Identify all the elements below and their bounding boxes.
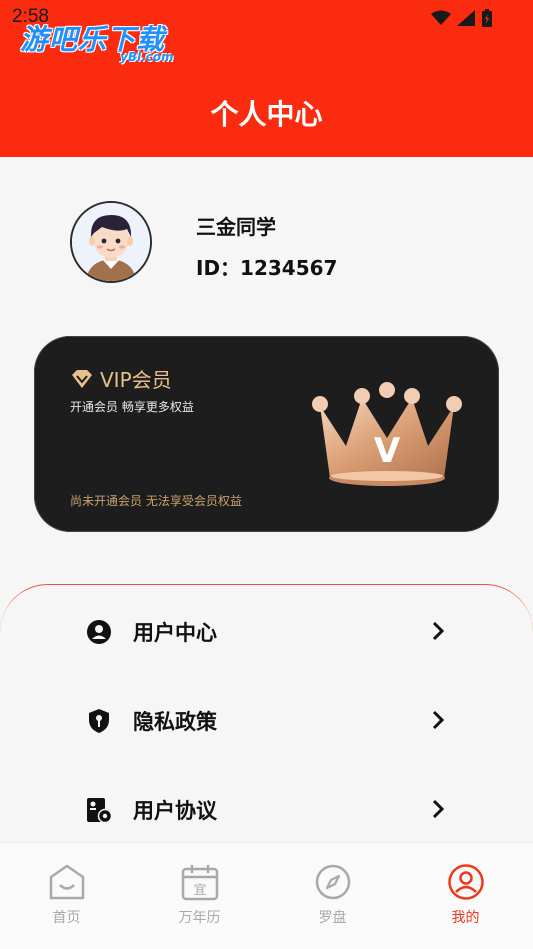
- wifi-icon: [431, 10, 451, 25]
- bottom-tab-bar: 首页 宜 万年历 罗盘 我的: [0, 842, 533, 949]
- vip-title: VIP会员: [100, 368, 172, 392]
- menu-item-user-center[interactable]: 用户中心: [0, 601, 533, 661]
- page-title: 个人中心: [210, 98, 323, 131]
- tab-label-home: 首页: [52, 910, 81, 926]
- menu-sheet: 用户中心 隐私政策 用户协议: [0, 584, 533, 885]
- user-circle-icon: [87, 620, 111, 644]
- diamond-icon: [72, 369, 92, 388]
- chevron-right-icon: [432, 621, 445, 641]
- menu-item-user-agreement[interactable]: 用户协议: [0, 779, 533, 839]
- tab-label-compass: 罗盘: [318, 910, 347, 926]
- avatar[interactable]: [70, 201, 152, 283]
- vip-title-row: VIP会员: [70, 364, 172, 393]
- chevron-right-icon: [432, 799, 445, 819]
- agreement-icon: [87, 798, 112, 823]
- compass-icon: [315, 864, 351, 900]
- calendar-glyph: 宜: [193, 883, 206, 898]
- shield-key-icon: [89, 709, 109, 733]
- crown-letter: V: [374, 431, 401, 471]
- watermark-logo: 游吧乐下载 yBl.com: [20, 18, 174, 64]
- menu-label-privacy-policy: 隐私政策: [133, 710, 217, 734]
- vip-subtitle: 开通会员 畅享更多权益: [70, 400, 194, 414]
- menu-item-privacy-policy[interactable]: 隐私政策: [0, 690, 533, 750]
- tab-compass[interactable]: 罗盘: [266, 843, 399, 949]
- vip-status: 尚未开通会员 无法享受会员权益: [70, 494, 242, 508]
- tab-home[interactable]: 首页: [0, 843, 133, 949]
- status-icons: [431, 9, 493, 27]
- chevron-right-icon: [432, 710, 445, 730]
- user-id: ID：1234567: [196, 256, 338, 280]
- watermark-domain: yBl.com: [120, 50, 174, 64]
- menu-label-user-center: 用户中心: [133, 621, 217, 645]
- avatar-illustration: [72, 203, 150, 281]
- user-name: 三金同学: [196, 215, 276, 239]
- battery-icon: [482, 9, 492, 27]
- home-icon: [49, 864, 85, 900]
- tab-label-calendar: 万年历: [178, 910, 221, 926]
- crown-icon: V: [312, 382, 462, 486]
- menu-label-user-agreement: 用户协议: [133, 799, 217, 823]
- header-bar: 2:58 游吧乐下载 yBl.com 个人中心: [0, 0, 533, 157]
- tab-calendar[interactable]: 宜 万年历: [133, 843, 266, 949]
- vip-card[interactable]: VIP会员 开通会员 畅享更多权益 尚未开通会员 无法享受会员权益 V: [34, 336, 499, 532]
- tab-label-mine: 我的: [451, 910, 480, 926]
- profile-icon: [448, 864, 484, 900]
- calendar-icon: 宜: [181, 865, 219, 901]
- signal-icon: [457, 10, 475, 26]
- tab-mine[interactable]: 我的: [399, 843, 532, 949]
